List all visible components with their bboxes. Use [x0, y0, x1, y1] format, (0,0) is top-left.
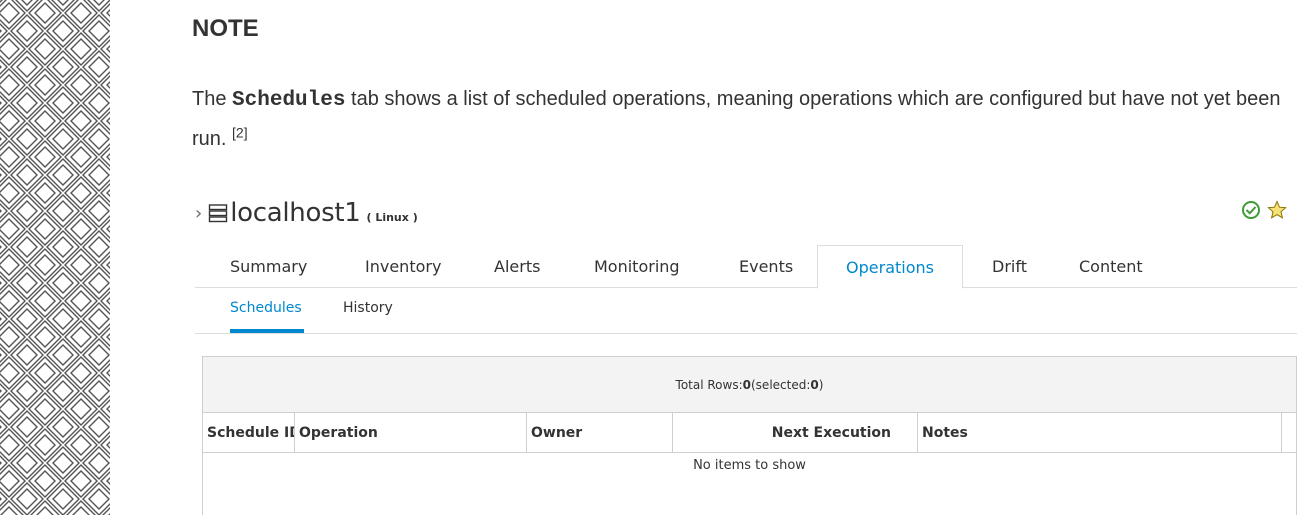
note-title: NOTE — [192, 15, 259, 42]
note-text-post: tab shows a list of scheduled operations… — [192, 88, 1281, 150]
tab-monitoring[interactable]: Monitoring — [594, 245, 680, 288]
selected-value: 0 — [810, 377, 819, 392]
subtab-history[interactable]: History — [343, 300, 393, 316]
subtab-schedules[interactable]: Schedules — [230, 300, 302, 316]
resource-tabs: Summary Inventory Alerts Monitoring Even… — [195, 245, 1297, 289]
column-notes[interactable]: Notes — [918, 413, 1282, 452]
grid-empty-message: No items to show — [693, 458, 806, 473]
tab-alerts[interactable]: Alerts — [494, 245, 540, 288]
column-schedule-id[interactable]: Schedule ID — [203, 413, 295, 452]
footnote-link[interactable]: [2] — [232, 124, 248, 140]
schedules-grid: Total Rows: 0 (selected: 0) Schedule ID … — [202, 356, 1297, 515]
column-operation[interactable]: Operation — [295, 413, 527, 452]
favorite-star-icon[interactable] — [1267, 200, 1287, 220]
header-icons — [1241, 200, 1287, 220]
column-next-execution[interactable]: Next Execution — [673, 413, 918, 452]
note-text-pre: The — [192, 88, 233, 110]
server-icon — [209, 204, 228, 223]
grid-summary-bar: Total Rows: 0 (selected: 0) — [203, 356, 1296, 413]
tab-summary[interactable]: Summary — [230, 245, 307, 288]
selected-label: (selected: — [751, 377, 811, 392]
side-pattern-decoration — [0, 0, 110, 515]
availability-check-icon — [1242, 201, 1260, 219]
resource-screenshot: › localhost1 ( Linux ) Summary Inventory… — [195, 190, 1297, 515]
active-subtab-indicator — [230, 329, 304, 333]
note-paragraph: The Schedules tab shows a list of schedu… — [192, 80, 1297, 158]
tab-events[interactable]: Events — [739, 245, 793, 288]
resource-header: › localhost1 ( Linux ) — [195, 195, 418, 231]
grid-header-row: Schedule ID Operation Owner Next Executi… — [203, 413, 1296, 453]
tab-drift[interactable]: Drift — [992, 245, 1027, 288]
tab-inventory[interactable]: Inventory — [365, 245, 441, 288]
selected-close: ) — [818, 377, 824, 392]
chevron-right-icon[interactable]: › — [195, 203, 202, 224]
tab-operations[interactable]: Operations — [817, 245, 963, 289]
tab-content[interactable]: Content — [1079, 245, 1143, 288]
total-rows-label: Total Rows: — [675, 377, 743, 392]
resource-name: localhost1 — [230, 198, 361, 228]
note-code-schedules: Schedules — [232, 89, 346, 112]
column-owner[interactable]: Owner — [527, 413, 673, 452]
operations-subtabs: Schedules History — [195, 288, 1297, 334]
total-rows-value: 0 — [742, 377, 751, 392]
resource-type: ( Linux ) — [366, 210, 418, 224]
page: NOTE The Schedules tab shows a list of s… — [0, 0, 1297, 515]
